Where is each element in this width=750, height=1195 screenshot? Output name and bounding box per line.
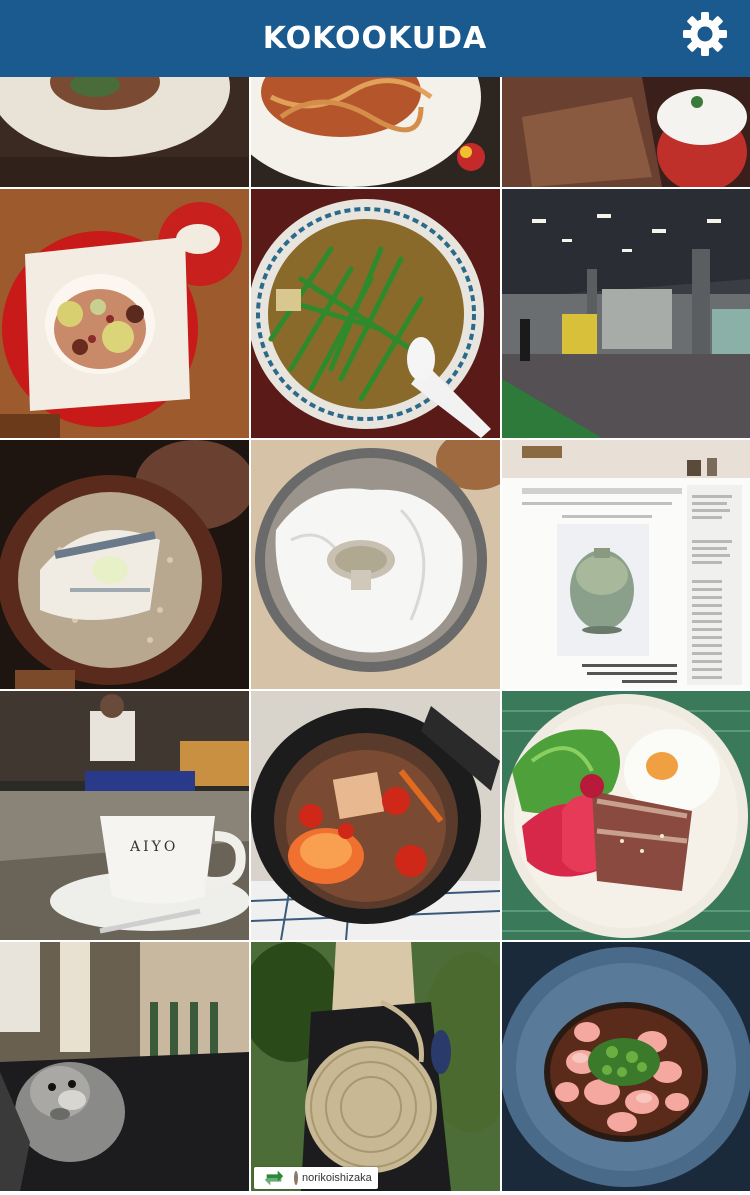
- photo-image: [502, 77, 750, 187]
- settings-button[interactable]: [682, 11, 728, 57]
- photo-tile[interactable]: [0, 440, 249, 689]
- photo-tile[interactable]: norikoishizaka: [251, 942, 500, 1191]
- photo-tile[interactable]: [0, 189, 249, 438]
- repost-badge[interactable]: norikoishizaka: [254, 1167, 378, 1189]
- photo-image: [251, 942, 500, 1191]
- photo-image: [0, 942, 249, 1191]
- app-title: KOKOOKUDA: [262, 21, 488, 56]
- photo-tile[interactable]: [502, 942, 750, 1191]
- app-header: KOKOOKUDA: [0, 0, 750, 77]
- cup-brand-label: AIYO: [129, 839, 178, 855]
- photo-image: [251, 440, 500, 689]
- photo-tile[interactable]: [251, 189, 500, 438]
- photo-image: [251, 77, 500, 187]
- photo-tile[interactable]: [251, 440, 500, 689]
- photo-tile[interactable]: [0, 942, 249, 1191]
- photo-image: [251, 189, 500, 438]
- photo-image: [502, 691, 750, 940]
- photo-tile[interactable]: [502, 77, 750, 187]
- photo-tile[interactable]: [502, 189, 750, 438]
- photo-tile[interactable]: [502, 691, 750, 940]
- photo-grid: AIYO norikoishizaka: [0, 77, 750, 1195]
- repost-username: norikoishizaka: [302, 1172, 372, 1184]
- photo-image: [0, 440, 249, 689]
- photo-image: [502, 440, 750, 689]
- photo-image: [251, 691, 500, 940]
- photo-tile[interactable]: [251, 691, 500, 940]
- repost-icon: [264, 1170, 284, 1186]
- photo-image: [502, 942, 750, 1191]
- avatar: [294, 1171, 298, 1185]
- gear-icon: [683, 12, 727, 56]
- photo-image: [0, 77, 249, 187]
- photo-image: AIYO: [0, 691, 249, 940]
- photo-tile[interactable]: [251, 77, 500, 187]
- photo-tile[interactable]: [0, 77, 249, 187]
- photo-tile[interactable]: [502, 440, 750, 689]
- photo-image: [0, 189, 249, 438]
- photo-image: [502, 189, 750, 438]
- photo-tile[interactable]: AIYO: [0, 691, 249, 940]
